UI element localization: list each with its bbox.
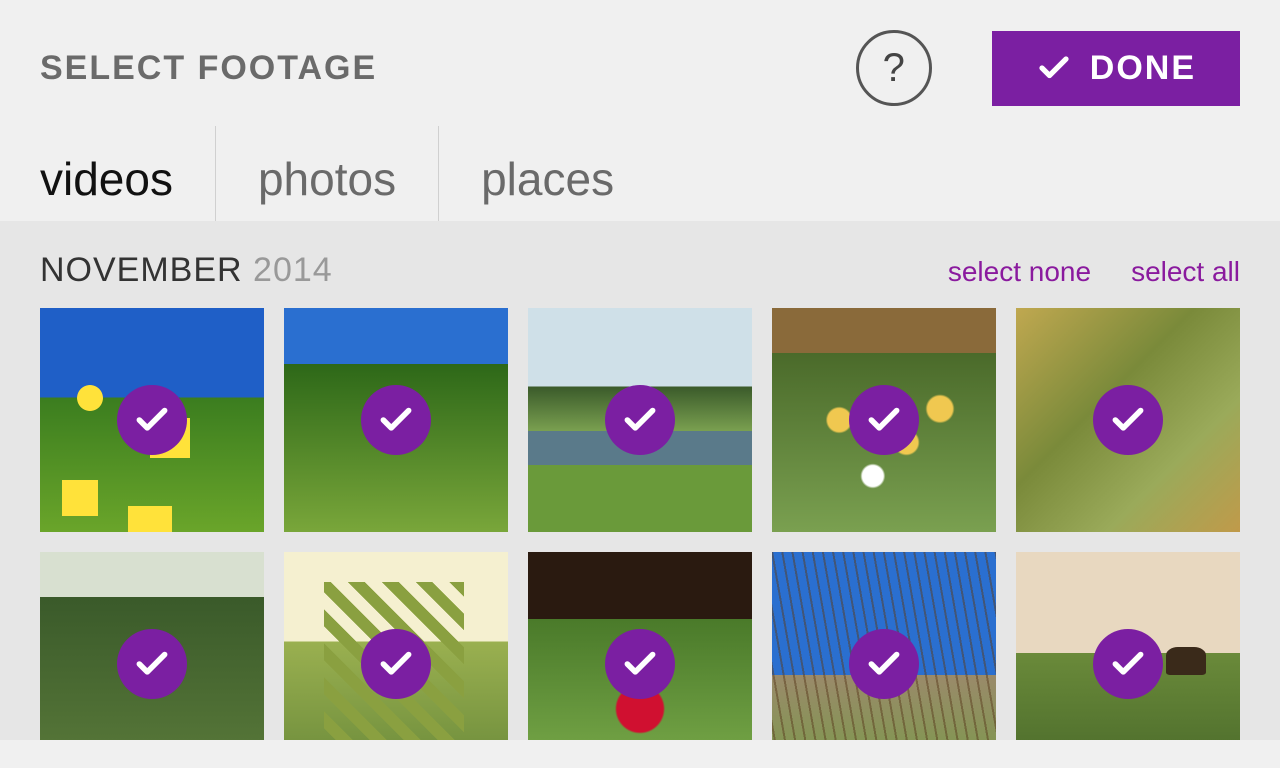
- selected-badge: [1093, 385, 1163, 455]
- thumbnail-item[interactable]: [284, 308, 508, 532]
- check-icon: [133, 401, 171, 439]
- tab-videos[interactable]: videos: [40, 126, 215, 221]
- check-icon: [621, 645, 659, 683]
- help-icon: ?: [883, 46, 905, 91]
- check-icon: [377, 645, 415, 683]
- tab-places[interactable]: places: [439, 126, 656, 221]
- selected-badge: [605, 629, 675, 699]
- thumbnail-item[interactable]: [1016, 308, 1240, 532]
- select-none-link[interactable]: select none: [948, 256, 1091, 288]
- select-all-link[interactable]: select all: [1131, 256, 1240, 288]
- thumbnail-item[interactable]: [1016, 552, 1240, 740]
- check-icon: [865, 645, 903, 683]
- selected-badge: [117, 385, 187, 455]
- done-label: DONE: [1090, 49, 1196, 88]
- selected-badge: [849, 629, 919, 699]
- check-icon: [621, 401, 659, 439]
- selected-badge: [361, 385, 431, 455]
- check-icon: [1109, 401, 1147, 439]
- check-icon: [1109, 645, 1147, 683]
- thumbnail-item[interactable]: [284, 552, 508, 740]
- selected-badge: [117, 629, 187, 699]
- check-icon: [865, 401, 903, 439]
- tab-photos[interactable]: photos: [216, 126, 438, 221]
- thumbnail-item[interactable]: [40, 552, 264, 740]
- help-button[interactable]: ?: [856, 30, 932, 106]
- section-year: 2014: [253, 251, 333, 289]
- selected-badge: [1093, 629, 1163, 699]
- check-icon: [1036, 50, 1072, 86]
- thumbnail-item[interactable]: [40, 308, 264, 532]
- check-icon: [133, 645, 171, 683]
- section-title: NOVEMBER 2014: [40, 251, 333, 290]
- thumbnail-item[interactable]: [528, 308, 752, 532]
- page-title: SELECT FOOTAGE: [40, 49, 856, 88]
- section-month: NOVEMBER: [40, 251, 243, 289]
- selected-badge: [361, 629, 431, 699]
- section-actions: select none select all: [948, 256, 1240, 288]
- section-header: NOVEMBER 2014 select none select all: [40, 251, 1240, 290]
- content-area: NOVEMBER 2014 select none select all: [0, 221, 1280, 740]
- thumbnail-item[interactable]: [772, 552, 996, 740]
- selected-badge: [849, 385, 919, 455]
- tabs: videos photos places: [0, 126, 1280, 221]
- thumbnail-grid: [40, 308, 1240, 740]
- check-icon: [377, 401, 415, 439]
- thumbnail-item[interactable]: [528, 552, 752, 740]
- header: SELECT FOOTAGE ? DONE: [0, 0, 1280, 126]
- thumbnail-item[interactable]: [772, 308, 996, 532]
- done-button[interactable]: DONE: [992, 31, 1240, 106]
- selected-badge: [605, 385, 675, 455]
